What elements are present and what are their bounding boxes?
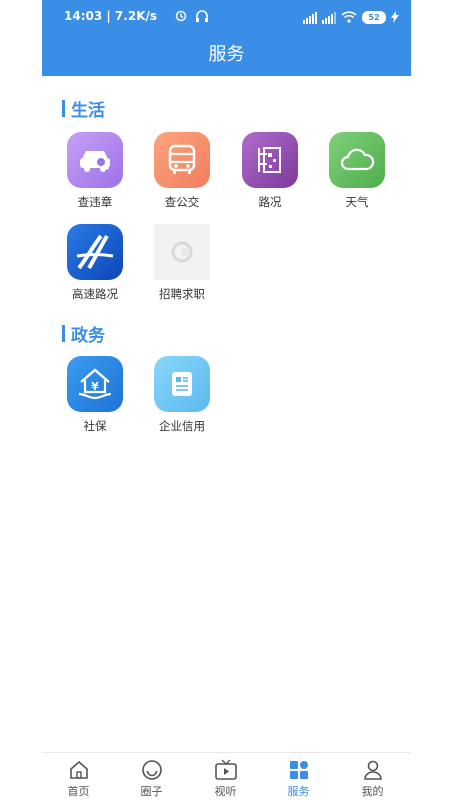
svg-text:¥: ¥: [91, 380, 99, 393]
car-search-icon: [67, 132, 123, 188]
phone-screen: 14:03 | 7.2K/s 52 服务 生活 查违章 查公交 路况 天气 高速…: [42, 0, 411, 800]
service-label: 查违章: [77, 195, 113, 209]
document-icon: [154, 356, 210, 412]
grid-icon: [262, 757, 335, 783]
battery-icon: 52: [362, 11, 386, 24]
wifi-icon: [341, 8, 357, 27]
smiley-icon: [115, 757, 188, 783]
tv-icon: [189, 757, 262, 783]
section-title: 生活: [71, 101, 105, 121]
service-enterprise-credit[interactable]: 企业信用: [142, 356, 222, 434]
road-map-icon: [242, 132, 298, 188]
signal-icon: [303, 11, 317, 24]
section-bar: [62, 325, 65, 342]
placeholder-image-icon: [154, 224, 210, 280]
cloud-icon: [329, 132, 385, 188]
tab-media[interactable]: 视听: [189, 757, 262, 799]
service-label: 社保: [83, 419, 107, 433]
tab-mine[interactable]: 我的: [336, 757, 409, 799]
service-label: 招聘求职: [159, 287, 205, 301]
tab-circle[interactable]: 圈子: [115, 757, 188, 799]
service-label: 高速路况: [72, 287, 118, 301]
header: 14:03 | 7.2K/s 52 服务: [42, 0, 411, 76]
service-label: 路况: [258, 195, 282, 209]
charging-icon: [391, 8, 399, 27]
status-icons: 52: [303, 8, 399, 27]
service-social-security[interactable]: ¥ 社保: [55, 356, 135, 434]
headphone-icon: [175, 8, 189, 27]
service-label: 天气: [345, 195, 369, 209]
service-weather[interactable]: 天气: [317, 132, 397, 210]
highway-icon: [67, 224, 123, 280]
service-bus-query[interactable]: 查公交: [142, 132, 222, 210]
status-bar: 14:03 | 7.2K/s 52: [42, 0, 411, 32]
section-government: 政务: [62, 321, 105, 346]
section-bar: [62, 100, 65, 117]
section-title: 政务: [71, 326, 105, 346]
bus-icon: [154, 132, 210, 188]
page-title: 服务: [208, 44, 245, 65]
tab-label: 圈子: [140, 785, 163, 798]
tab-home[interactable]: 首页: [42, 757, 115, 799]
status-time: 14:03 | 7.2K/s: [64, 9, 158, 23]
tab-label: 服务: [287, 785, 310, 798]
service-label: 查公交: [164, 195, 200, 209]
service-road-condition[interactable]: 路况: [230, 132, 310, 210]
service-highway-condition[interactable]: 高速路况: [55, 224, 135, 302]
tab-label: 我的: [361, 785, 384, 798]
tab-label: 首页: [67, 785, 90, 798]
social-security-house-icon: ¥: [67, 356, 123, 412]
tab-label: 视听: [214, 785, 237, 798]
section-life: 生活: [62, 96, 105, 121]
headset-icon: [195, 8, 209, 27]
service-label: 企业信用: [159, 419, 205, 433]
person-icon: [336, 757, 409, 783]
bottom-tab-bar: 首页 圈子 视听 服务 我的: [42, 752, 411, 800]
service-jobs[interactable]: 招聘求职: [142, 224, 222, 302]
service-violation-query[interactable]: 查违章: [55, 132, 135, 210]
signal-2-icon: [322, 11, 336, 24]
tab-services[interactable]: 服务: [262, 757, 335, 799]
home-icon: [42, 757, 115, 783]
